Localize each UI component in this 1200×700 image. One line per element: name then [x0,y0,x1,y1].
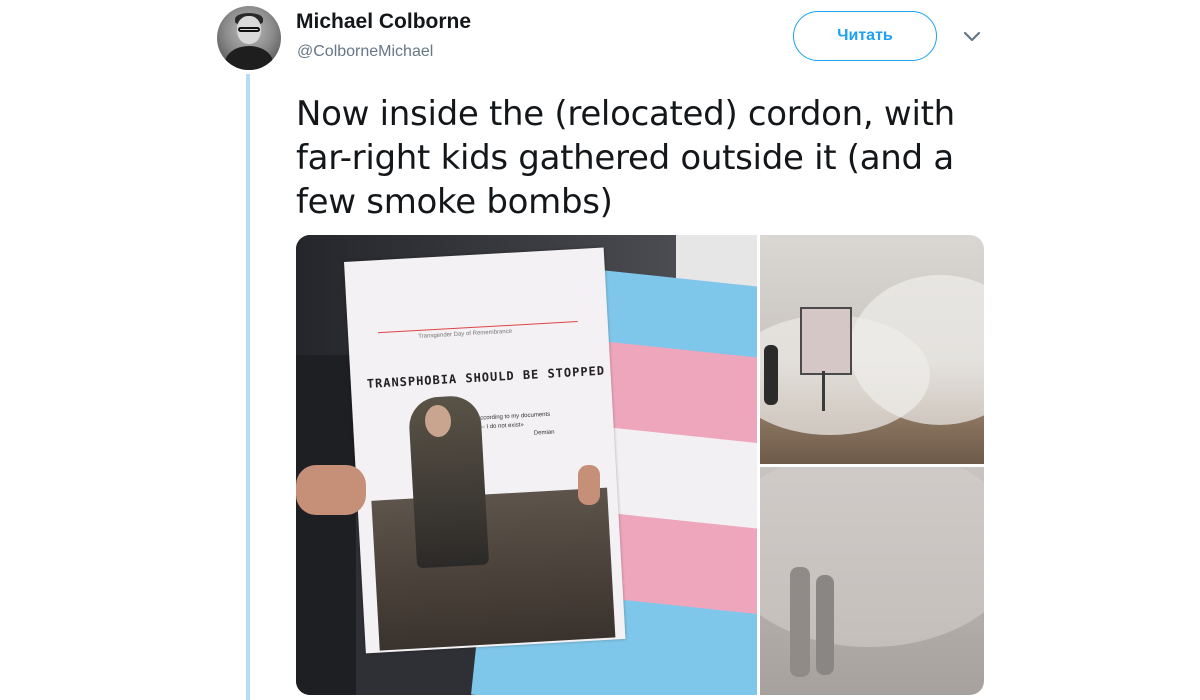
follow-button[interactable]: Читать [793,11,937,61]
tweet-text: Now inside the (relocated) cordon, with … [296,92,996,224]
chevron-down-icon[interactable] [962,30,982,44]
protest-poster: Transgender Day of Remembrance TRANSPHOB… [344,247,626,654]
poster-quote: «According to my documents – I do not ex… [473,411,555,442]
author-handle[interactable]: @ColborneMichael [297,43,433,61]
tweet-text-line: Now inside the (relocated) cordon, with [296,94,955,134]
media-gallery: Transgender Day of Remembrance TRANSPHOB… [296,235,984,695]
avatar[interactable] [217,6,281,70]
tweet-text-line: few smoke bombs) [296,182,613,222]
poster-caption: Transgender Day of Remembrance [418,328,513,340]
tweet-text-line: far-right kids gathered outside it (and … [296,138,954,178]
photo-protest-poster[interactable]: Transgender Day of Remembrance TRANSPHOB… [296,235,757,695]
photo-smoke-figures[interactable] [760,467,984,695]
photo-smoke-sign[interactable] [760,235,984,464]
author-display-name[interactable]: Michael Colborne [296,10,471,34]
poster-headline: TRANSPHOBIA SHOULD BE STOPPED [366,363,606,391]
thread-connector-line [246,74,250,700]
